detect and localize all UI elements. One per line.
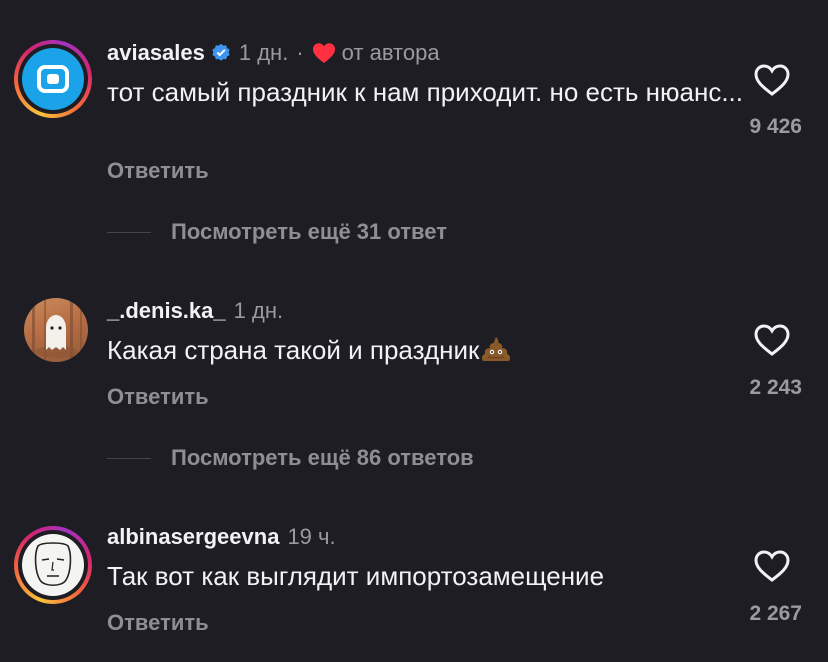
- verified-badge-icon: [211, 43, 231, 63]
- comment-text: Так вот как выглядит импортозамещение: [107, 561, 605, 591]
- avatar-wrapper[interactable]: [14, 288, 92, 366]
- face-sketch-illustration: [34, 542, 72, 587]
- replies-divider: [107, 231, 151, 233]
- username[interactable]: albinasergeevna: [107, 524, 279, 550]
- view-more-label: Посмотреть ещё 86 ответов: [171, 445, 474, 470]
- like-count: 9 426: [749, 115, 802, 138]
- replies-divider: [107, 457, 151, 459]
- comment-text-content: Какая страна такой и праздник: [107, 335, 480, 365]
- view-more-replies[interactable]: Посмотреть ещё 31 ответ: [107, 219, 447, 245]
- like-heart-icon[interactable]: [752, 62, 792, 98]
- author-liked-heart-icon: [312, 42, 336, 64]
- ghost-forest-illustration: [32, 298, 82, 362]
- username[interactable]: aviasales: [107, 40, 205, 66]
- pile-of-poo-emoji: [481, 335, 511, 371]
- separator: ·: [296, 40, 304, 65]
- author-badge: от автора: [341, 40, 440, 65]
- comment-time: 19 ч.: [287, 524, 336, 549]
- comment-time: 1 дн.: [233, 298, 284, 323]
- comments-list: aviasales 1 дн. · от автора тот самый пр…: [0, 0, 828, 662]
- comment-time: 1 дн.: [238, 40, 289, 65]
- reply-button[interactable]: Ответить: [107, 610, 209, 636]
- comment-text: Какая страна такой и праздник: [107, 334, 727, 371]
- view-more-label: Посмотреть ещё 31 ответ: [171, 219, 447, 244]
- reply-button[interactable]: Ответить: [107, 158, 209, 184]
- avatar-story-ring[interactable]: [14, 40, 92, 118]
- comment-text: тот самый праздник к нам приходит. но ес…: [107, 77, 743, 107]
- like-count: 2 267: [749, 602, 802, 625]
- like-heart-icon[interactable]: [752, 322, 792, 358]
- avatar-story-ring[interactable]: [14, 526, 92, 604]
- aviasales-logo-icon: [37, 65, 69, 93]
- like-count: 2 243: [749, 376, 802, 399]
- avatar-albina: [22, 534, 84, 596]
- avatar-denis: [24, 298, 88, 362]
- avatar-aviasales: [22, 48, 84, 110]
- view-more-replies[interactable]: Посмотреть ещё 86 ответов: [107, 445, 474, 471]
- like-heart-icon[interactable]: [752, 548, 792, 584]
- username[interactable]: _.denis.ka_: [107, 298, 226, 324]
- reply-button[interactable]: Ответить: [107, 384, 209, 410]
